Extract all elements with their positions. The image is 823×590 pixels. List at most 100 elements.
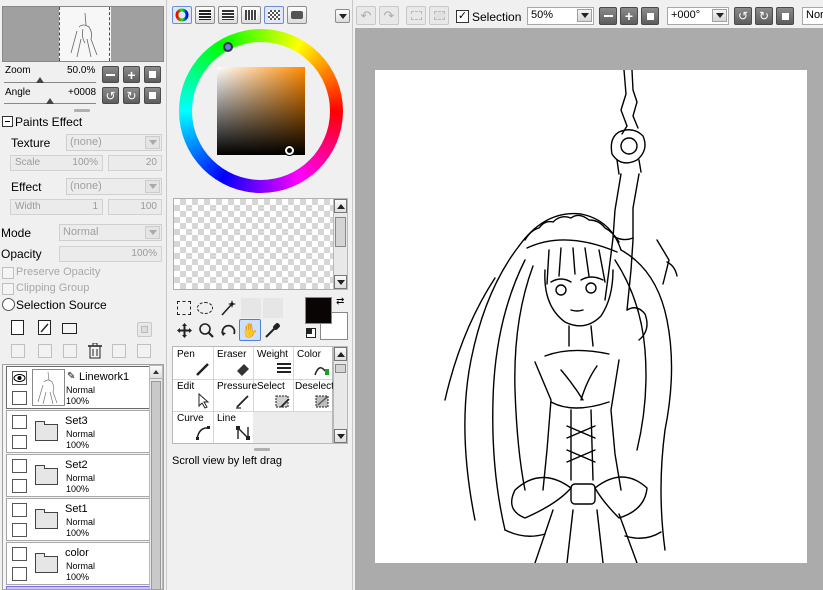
brush-tool-scrollbar[interactable] [333,346,348,444]
view-blend-select[interactable]: Nor [802,7,823,25]
navigator-preview[interactable] [2,6,164,62]
paints-effect-collapse-icon[interactable] [2,116,13,127]
view-angle-select[interactable]: +000° [667,7,729,25]
canvas-page[interactable] [375,70,807,563]
weight-tool[interactable]: Weight [253,347,293,379]
curve-tool[interactable]: Curve [173,411,213,443]
layer-item-linework1[interactable]: ✎ Linework1 Normal 100% [6,366,150,409]
scratchpad-scrollbar[interactable] [333,198,348,290]
magic-wand-icon[interactable] [220,299,236,317]
rotate-ccw-button[interactable]: ↺ [102,87,119,104]
canvas-view[interactable] [355,28,823,590]
view-zoom-select[interactable]: 50% [527,7,594,25]
eyedropper-tool-icon[interactable] [264,321,281,339]
rotate-cw-button[interactable]: ↻ [123,87,140,104]
reset-colors-icon[interactable] [306,328,316,338]
deselect-tool[interactable]: Deselect [293,379,334,411]
view-rotate-ccw-button[interactable]: ↺ [734,7,752,25]
scratchpad-tab[interactable] [264,6,284,24]
color-wheel-tab[interactable] [172,6,192,24]
primary-color-swatch[interactable] [305,297,332,324]
width-number-field[interactable]: 100 [108,199,162,215]
preserve-opacity-checkbox[interactable] [2,267,14,279]
scroll-thumb[interactable] [151,381,161,589]
hue-marker[interactable] [223,42,233,52]
duplicate-layer-icon[interactable] [112,344,126,358]
undo-button[interactable]: ↶ [356,6,376,25]
layer-visibility-toggle[interactable] [12,503,27,517]
swatches-tab[interactable] [241,6,261,24]
view-zoom-reset-button[interactable] [641,7,659,25]
view-zoom-out-button[interactable] [599,7,617,25]
saturation-value-square[interactable] [217,67,305,155]
lasso-tool-icon[interactable] [197,302,213,314]
view-rotate-reset-button[interactable] [776,7,794,25]
layer-list[interactable]: ✎ Linework1 Normal 100% Set3 Normal 100%… [2,364,164,590]
apply-selection-icon[interactable] [137,344,151,358]
opacity-field[interactable]: 100% [59,246,162,262]
layer-options-button[interactable] [137,322,152,337]
zoom-out-button[interactable] [102,66,119,83]
new-linework-layer-icon[interactable] [38,320,51,335]
layer-visibility-toggle[interactable] [12,459,27,473]
angle-slider-thumb[interactable] [46,98,54,104]
scale-number-field[interactable]: 20 [108,155,162,171]
zoom-tool-icon[interactable] [198,322,215,339]
swap-colors-icon[interactable]: ⇄ [336,296,344,307]
scratchpad[interactable] [173,198,334,290]
layer-visibility-toggle[interactable] [12,415,27,429]
move-tool-icon[interactable] [176,322,193,339]
edit-tool[interactable]: Edit [173,379,213,411]
rect-select-tool-icon[interactable] [177,301,191,315]
selection-checkbox[interactable]: ✓ [456,10,469,23]
rgb-slider-tab[interactable] [195,6,215,24]
layer-item-set1[interactable]: Set1 Normal 100% [6,498,150,541]
new-layer-icon[interactable] [11,320,24,335]
clear-layer-icon[interactable] [63,344,77,358]
view-zoom-in-button[interactable]: + [620,7,638,25]
layer-item-set3[interactable]: Set3 Normal 100% [6,410,150,453]
layer-lock-toggle[interactable] [12,567,27,581]
layer-visibility-toggle[interactable] [12,547,27,561]
pressure-tool[interactable]: Pressure [213,379,257,411]
width-field[interactable]: Width 1 [10,199,103,215]
pen-tool[interactable]: Pen [173,347,213,379]
texture-select[interactable]: (none) [66,134,162,151]
color-tab-extra[interactable] [287,6,307,24]
scroll-up-button[interactable] [150,366,162,379]
layer-item-color[interactable]: color Normal 100% [6,542,150,585]
layer-lock-toggle[interactable] [12,479,27,493]
layer-list-scrollbar[interactable] [149,365,163,589]
menu-dropdown-button[interactable] [335,9,350,23]
view-rotate-cw-button[interactable]: ↻ [755,7,773,25]
invert-selection-button[interactable] [429,6,449,25]
rotate-reset-button[interactable] [144,87,161,104]
hand-tool-button[interactable]: ✋ [239,319,261,341]
color-picker-marker[interactable] [285,146,294,155]
new-folder-icon[interactable] [62,323,77,334]
rotate-tool-icon[interactable] [220,322,237,339]
selection-source-radio[interactable] [2,298,15,311]
delete-layer-icon[interactable] [88,342,102,359]
angle-slider[interactable] [4,98,96,104]
color-tool[interactable]: Color [293,347,333,379]
merge-down-icon[interactable] [38,344,52,358]
scroll-thumb[interactable] [335,364,346,373]
scale-field[interactable]: Scale 100% [10,155,103,171]
select-tool[interactable]: Select [253,379,293,411]
zoom-in-button[interactable]: + [123,66,140,83]
layer-lock-toggle[interactable] [12,435,27,449]
splitter-grip[interactable] [254,448,270,451]
hsv-slider-tab[interactable] [218,6,238,24]
blend-mode-select[interactable]: Normal [59,224,162,241]
effect-select[interactable]: (none) [66,178,162,195]
zoom-slider-thumb[interactable] [36,77,44,83]
zoom-reset-button[interactable] [144,66,161,83]
layer-item-set2[interactable]: Set2 Normal 100% [6,454,150,497]
transfer-down-icon[interactable] [11,344,25,358]
deselect-button[interactable] [406,6,426,25]
layer-lock-toggle[interactable] [12,391,27,405]
line-tool[interactable]: Line [213,411,253,443]
scroll-thumb[interactable] [335,217,346,247]
zoom-slider[interactable] [4,77,96,83]
